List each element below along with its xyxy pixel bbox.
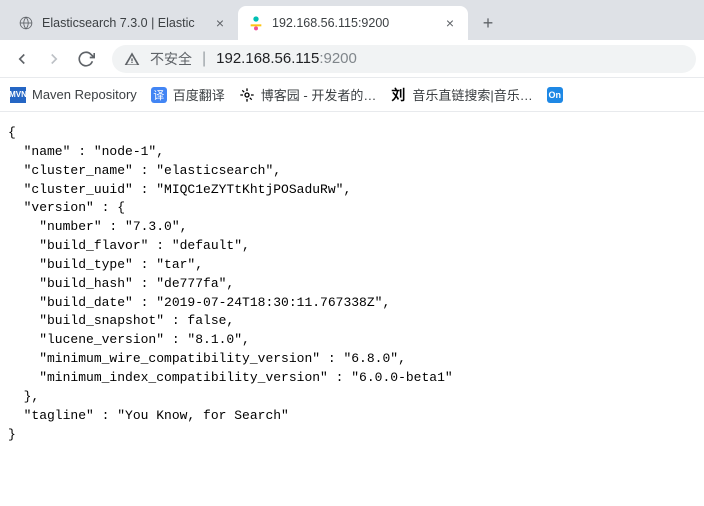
globe-icon xyxy=(18,15,34,31)
on-icon: On xyxy=(547,87,563,103)
bookmark-label: 博客园 - 开发者的… xyxy=(261,85,377,104)
bookmarks-bar: MVN Maven Repository 译 百度翻译 博客园 - 开发者的… … xyxy=(0,78,704,112)
url-text: 192.168.56.115:9200 xyxy=(216,50,357,67)
new-tab-button[interactable]: + xyxy=(474,9,502,37)
cnblogs-icon xyxy=(239,87,255,103)
close-icon[interactable]: × xyxy=(442,15,458,31)
bookmark-cnblogs[interactable]: 博客园 - 开发者的… xyxy=(239,85,377,104)
liu-icon: 刘 xyxy=(390,87,406,103)
forward-button xyxy=(40,45,68,73)
json-response: { "name" : "node-1", "cluster_name" : "e… xyxy=(0,112,704,456)
tab-title: Elasticsearch 7.3.0 | Elastic xyxy=(42,16,212,30)
tab-title: 192.168.56.115:9200 xyxy=(272,16,442,30)
bookmark-maven[interactable]: MVN Maven Repository xyxy=(10,87,137,103)
mvn-icon: MVN xyxy=(10,87,26,103)
toolbar: 不安全 | 192.168.56.115:9200 xyxy=(0,40,704,78)
bookmark-on[interactable]: On xyxy=(547,87,563,103)
tab-inactive[interactable]: Elasticsearch 7.3.0 | Elastic × xyxy=(8,6,238,40)
elasticsearch-icon xyxy=(248,15,264,31)
reload-button[interactable] xyxy=(72,45,100,73)
address-bar[interactable]: 不安全 | 192.168.56.115:9200 xyxy=(112,45,696,73)
bookmark-label: Maven Repository xyxy=(32,87,137,102)
tab-strip: Elasticsearch 7.3.0 | Elastic × 192.168.… xyxy=(0,0,704,40)
insecure-label: 不安全 xyxy=(150,49,192,69)
warning-icon xyxy=(124,51,140,67)
close-icon[interactable]: × xyxy=(212,15,228,31)
tab-active[interactable]: 192.168.56.115:9200 × xyxy=(238,6,468,40)
bookmark-baidu-translate[interactable]: 译 百度翻译 xyxy=(151,85,225,104)
back-button[interactable] xyxy=(8,45,36,73)
bookmark-label: 音乐直链搜索|音乐… xyxy=(412,85,532,104)
bookmark-label: 百度翻译 xyxy=(173,85,225,104)
bookmark-music-search[interactable]: 刘 音乐直链搜索|音乐… xyxy=(390,85,532,104)
translate-icon: 译 xyxy=(151,87,167,103)
separator: | xyxy=(202,50,206,68)
